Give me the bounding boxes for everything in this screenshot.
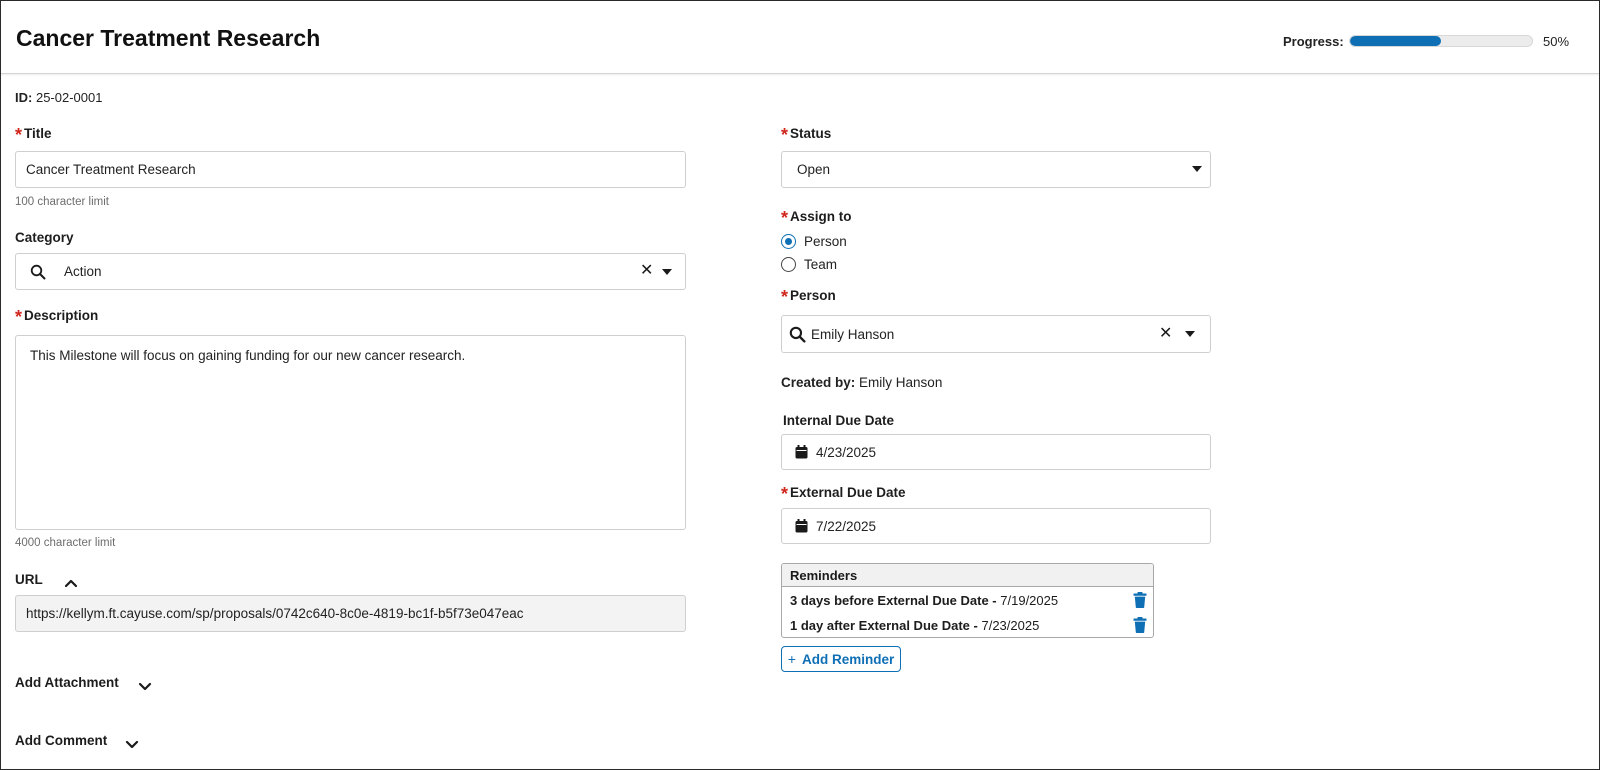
status-label-text: Status	[790, 126, 832, 141]
url-label: URL	[15, 572, 43, 587]
title-input[interactable]: Cancer Treatment Research	[15, 151, 686, 188]
external-due-label: * External Due Date	[781, 485, 906, 503]
description-label-text: Description	[24, 308, 99, 323]
chevron-up-icon[interactable]	[64, 575, 78, 588]
required-marker: *	[781, 287, 789, 307]
progress-bar	[1349, 35, 1533, 47]
person-label-text: Person	[790, 288, 836, 303]
reminder-rule: 1 day after External Due Date -	[790, 618, 978, 633]
required-marker: *	[15, 125, 23, 145]
required-marker: *	[781, 208, 789, 228]
person-value: Emily Hanson	[811, 327, 895, 342]
record-id: ID: 25-02-0001	[15, 90, 102, 105]
assign-team-label: Team	[804, 257, 838, 272]
reminders-header: Reminders	[782, 564, 1153, 587]
status-value: Open	[797, 162, 831, 177]
category-select[interactable]: Action ✕	[15, 253, 686, 290]
chevron-down-icon[interactable]	[125, 737, 139, 749]
created-by-value: Emily Hanson	[859, 375, 943, 390]
clear-icon[interactable]: ✕	[640, 263, 653, 279]
chevron-down-icon[interactable]	[1192, 166, 1202, 172]
add-reminder-button[interactable]: + Add Reminder	[781, 646, 901, 672]
chevron-down-icon[interactable]	[662, 269, 672, 275]
url-value: https://kellym.ft.cayuse.com/sp/proposal…	[26, 606, 524, 621]
reminders-panel: Reminders 3 days before External Due Dat…	[781, 563, 1154, 638]
calendar-icon[interactable]	[795, 445, 808, 459]
created-by: Created by: Emily Hanson	[781, 375, 942, 390]
required-marker: *	[15, 307, 23, 327]
title-label: * Title	[15, 126, 52, 144]
description-hint: 4000 character limit	[15, 537, 116, 549]
page-header: Cancer Treatment Research Progress: 50%	[1, 1, 1599, 74]
chevron-down-icon[interactable]	[1185, 331, 1195, 337]
person-label: * Person	[781, 288, 836, 306]
category-label: Category	[15, 230, 74, 245]
url-field[interactable]: https://kellym.ft.cayuse.com/sp/proposal…	[15, 595, 686, 632]
internal-due-input[interactable]: 4/23/2025	[781, 434, 1211, 470]
add-comment-toggle[interactable]: Add Comment	[15, 733, 107, 748]
required-marker: *	[781, 125, 789, 145]
description-textarea[interactable]: This Milestone will focus on gaining fun…	[15, 335, 686, 530]
internal-due-label: Internal Due Date	[783, 413, 895, 428]
external-due-value: 7/22/2025	[816, 519, 877, 534]
search-icon	[30, 264, 46, 280]
created-by-label: Created by:	[781, 375, 856, 390]
title-input-value: Cancer Treatment Research	[26, 162, 196, 177]
reminder-date: 7/19/2025	[1000, 593, 1059, 608]
reminder-rule: 3 days before External Due Date -	[790, 593, 997, 608]
add-attachment-toggle[interactable]: Add Attachment	[15, 675, 119, 690]
plus-icon: +	[787, 651, 796, 667]
category-value: Action	[64, 264, 102, 279]
progress-label: Progress:	[1283, 34, 1344, 49]
trash-icon[interactable]	[1133, 617, 1147, 633]
assign-person-radio[interactable]	[781, 234, 796, 249]
required-marker: *	[781, 484, 789, 504]
chevron-down-icon[interactable]	[138, 679, 152, 691]
internal-due-value: 4/23/2025	[816, 445, 877, 460]
external-due-label-text: External Due Date	[790, 485, 906, 500]
title-label-text: Title	[24, 126, 52, 141]
add-reminder-label: Add Reminder	[801, 651, 895, 667]
reminder-row: 1 day after External Due Date - 7/23/202…	[790, 618, 1039, 633]
assign-person-label: Person	[804, 234, 847, 249]
progress-bar-fill	[1350, 36, 1441, 46]
title-hint: 100 character limit	[15, 196, 109, 208]
description-label: * Description	[15, 308, 99, 326]
assign-team-radio[interactable]	[781, 257, 796, 272]
clear-icon[interactable]: ✕	[1159, 326, 1172, 342]
trash-icon[interactable]	[1133, 592, 1147, 608]
assign-to-label-text: Assign to	[790, 209, 852, 224]
person-select[interactable]: Emily Hanson ✕	[781, 315, 1211, 353]
status-label: * Status	[781, 126, 832, 144]
reminder-row: 3 days before External Due Date - 7/19/2…	[790, 593, 1058, 608]
record-id-label: ID:	[15, 90, 33, 105]
calendar-icon[interactable]	[795, 519, 808, 533]
progress-percent: 50%	[1543, 34, 1570, 49]
record-form: Cancer Treatment Research Progress: 50% …	[0, 0, 1600, 770]
description-value: This Milestone will focus on gaining fun…	[30, 348, 466, 363]
search-icon	[789, 326, 806, 343]
record-id-value: 25-02-0001	[35, 90, 103, 105]
page-title: Cancer Treatment Research	[16, 25, 321, 51]
reminder-date: 7/23/2025	[981, 618, 1040, 633]
status-select[interactable]: Open	[781, 151, 1211, 188]
external-due-input[interactable]: 7/22/2025	[781, 508, 1211, 544]
assign-to-label: * Assign to	[781, 209, 852, 227]
